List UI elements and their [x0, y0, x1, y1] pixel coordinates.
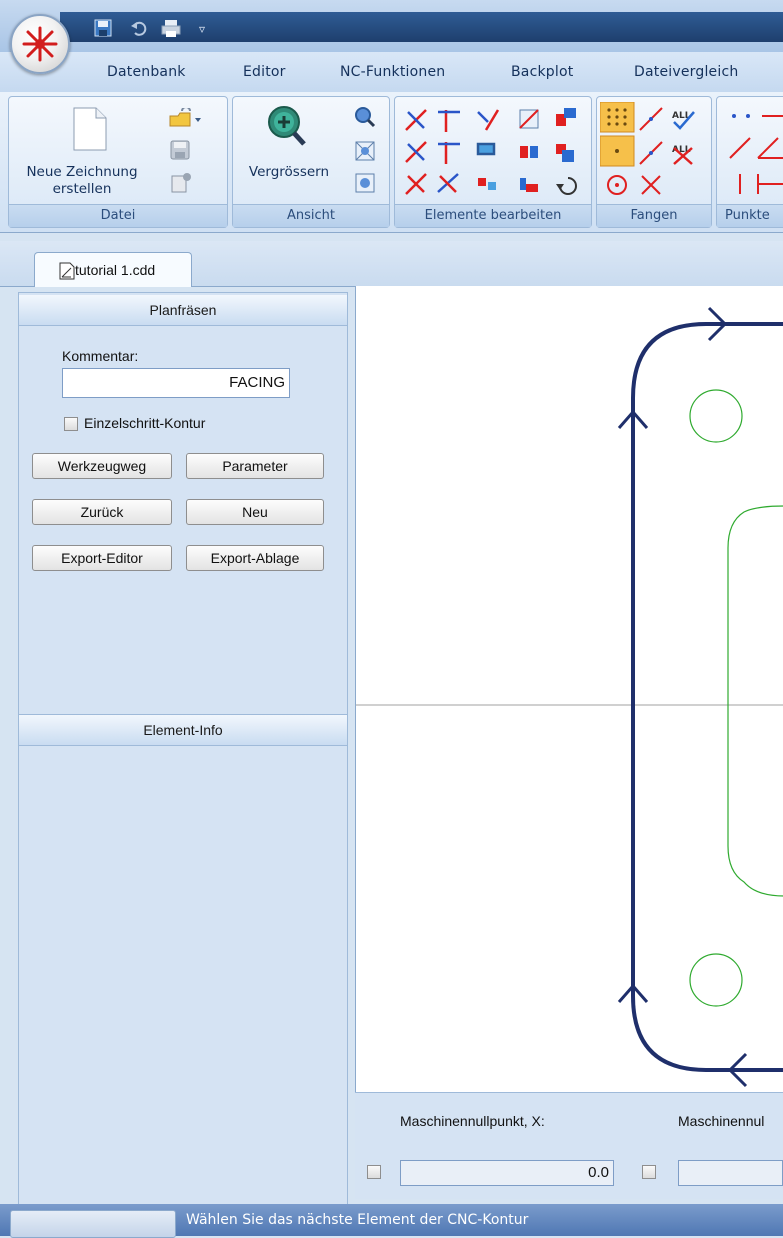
tab-editor[interactable]: Editor	[243, 64, 286, 80]
machine-zero-y-field[interactable]	[678, 1160, 783, 1186]
tab-dateivergleich[interactable]: Dateivergleich	[634, 64, 738, 80]
toolpath	[631, 322, 783, 1072]
comment-field[interactable]: FACING	[62, 368, 290, 398]
zoom-in-icon[interactable]	[264, 104, 308, 152]
machine-zero-x-label: Maschinennullpunkt, X:	[400, 1113, 545, 1129]
zoom-window-icon[interactable]	[354, 172, 376, 198]
new-drawing-label-line2: erstellen	[52, 181, 112, 197]
status-message: Wählen Sie das nächste Element der CNC-K…	[186, 1212, 529, 1228]
hole-top	[689, 389, 743, 443]
machine-zero-x-checkbox[interactable]	[367, 1165, 381, 1179]
zoom-small-icon[interactable]	[354, 106, 376, 132]
toolpath-button[interactable]: Werkzeugweg	[32, 453, 172, 479]
print-icon[interactable]	[160, 18, 182, 40]
customize-dropdown-icon[interactable]: ▿	[196, 18, 208, 40]
parameter-button[interactable]: Parameter	[186, 453, 324, 479]
hole-bottom	[689, 953, 743, 1007]
planfraesen-panel-title: Planfräsen	[19, 295, 347, 326]
group-label-datei: Datei	[9, 204, 227, 227]
drawing-file-icon	[59, 262, 75, 280]
single-step-checkbox[interactable]	[64, 417, 78, 431]
new-drawing-label-line1: Neue Zeichnung	[26, 164, 138, 180]
group-label-punkte: Punkte	[717, 204, 783, 227]
zoom-in-button[interactable]: Vergrössern	[238, 164, 340, 181]
status-progress-pane	[10, 1210, 176, 1238]
machine-zero-x-field[interactable]: 0.0	[400, 1160, 614, 1186]
document-tab-label: tutorial 1.cdd	[75, 262, 156, 278]
open-folder-icon[interactable]	[168, 106, 202, 132]
transform-tools-icon[interactable]	[516, 104, 582, 204]
back-button[interactable]: Zurück	[32, 499, 172, 525]
new-button[interactable]: Neu	[186, 499, 324, 525]
drawing-svg	[356, 306, 783, 1088]
new-drawing-button[interactable]: Neue Zeichnung erstellen	[2, 164, 162, 198]
save-icon[interactable]	[92, 18, 114, 40]
drawing-canvas[interactable]	[355, 286, 783, 1092]
document-properties-icon[interactable]	[170, 172, 192, 198]
group-label-elemente: Elemente bearbeiten	[395, 204, 591, 227]
tab-datenbank[interactable]: Datenbank	[107, 64, 186, 80]
export-storage-button[interactable]: Export-Ablage	[186, 545, 324, 571]
group-label-fangen: Fangen	[597, 204, 711, 227]
machine-zero-y-label: Maschinennul	[678, 1113, 765, 1129]
group-label-ansicht: Ansicht	[233, 204, 389, 227]
comment-label: Kommentar:	[62, 348, 139, 364]
save-disk-icon[interactable]	[170, 140, 190, 164]
trim-tools-icon[interactable]	[402, 104, 506, 204]
part-outline	[727, 505, 783, 897]
document-tab[interactable]: tutorial 1.cdd	[34, 252, 192, 287]
snap-tools-icon[interactable]: ALL ALL	[599, 101, 708, 204]
export-editor-button[interactable]: Export-Editor	[32, 545, 172, 571]
left-panel: Planfräsen Element-Info	[18, 292, 348, 1224]
machine-zero-y-checkbox[interactable]	[642, 1165, 656, 1179]
point-tools-icon[interactable]	[728, 104, 783, 204]
undo-icon[interactable]	[128, 18, 150, 40]
zoom-extents-icon[interactable]	[354, 140, 376, 166]
application-menu-button[interactable]	[10, 14, 70, 74]
app-logo-icon	[22, 26, 58, 62]
single-step-label: Einzelschritt-Kontur	[84, 415, 206, 431]
element-info-panel-title: Element-Info	[19, 714, 347, 746]
tab-backplot[interactable]: Backplot	[511, 64, 573, 80]
new-document-icon[interactable]	[72, 106, 108, 156]
tab-nc-funktionen[interactable]: NC-Funktionen	[340, 64, 445, 80]
